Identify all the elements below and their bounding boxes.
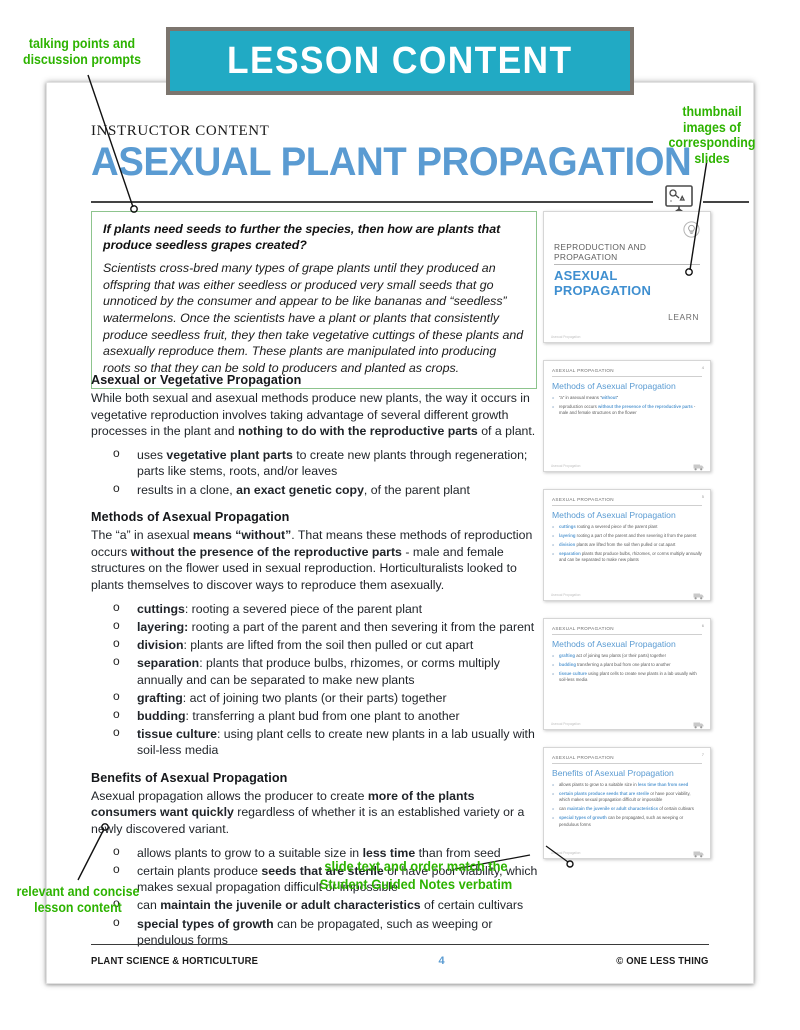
annotation-lesson-content: relevant and concise lesson content	[16, 884, 140, 915]
annotation-thumbnail-images: thumbnail images of corresponding slides	[668, 104, 756, 166]
annotation-talking-points: talking points and discussion prompts	[22, 36, 142, 67]
annotation-slide-match: slide text and order match the Student G…	[319, 858, 513, 892]
